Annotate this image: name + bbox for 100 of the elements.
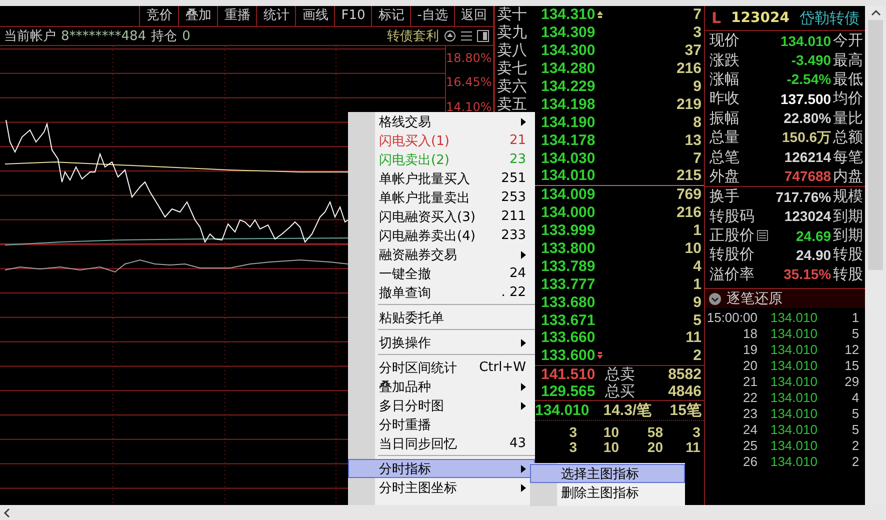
quote-label: 均价	[833, 89, 864, 108]
menu-item[interactable]: 一键全撤 24	[348, 264, 535, 283]
trade-volume: 5	[850, 422, 860, 438]
strategy-link[interactable]: 转债套利	[387, 27, 439, 45]
menu-item[interactable]: 切换操作	[348, 333, 535, 352]
table-icon[interactable]	[757, 230, 768, 242]
tick-cell: 3	[692, 424, 700, 440]
total-volume: 4846	[668, 382, 702, 400]
ask-price: 134.280	[541, 60, 596, 78]
market-tag: L	[711, 9, 722, 27]
tick-cell: 10	[603, 424, 619, 440]
scroll-left-icon[interactable]	[3, 508, 10, 518]
trade-volume: 4	[850, 390, 860, 406]
ask-price: 134.309	[541, 24, 596, 42]
trade-time: 22	[742, 390, 758, 406]
ask-label: 卖十	[496, 5, 528, 24]
menu-item[interactable]: 叠加品种	[348, 377, 535, 396]
ask-volume: 8	[693, 114, 702, 131]
trade-count: 15笔	[670, 400, 702, 420]
menu-item[interactable]: 当日同步回忆 43	[348, 434, 535, 453]
tick-cell: 3	[569, 424, 577, 440]
ask-label: 卖六	[496, 77, 528, 96]
quote-label: 转股价	[709, 245, 756, 264]
trade-time: 20	[742, 358, 758, 374]
quote-value: 717.76%	[776, 188, 832, 205]
trade-time: 25	[742, 438, 758, 454]
menu-item[interactable]: 闪电买入(1) 21	[348, 131, 535, 150]
quote-label: 溢价率	[709, 264, 756, 284]
bid-price: 133.600	[541, 347, 596, 364]
ask-price: 134.300	[541, 42, 596, 60]
ask-price: 134.178	[541, 132, 596, 149]
quote-label: 换手	[709, 187, 740, 206]
quote-label: 到期	[833, 226, 864, 246]
quote-label: 现价	[709, 31, 740, 50]
menu-item[interactable]: 闪电融券卖出(4) 233	[348, 226, 535, 245]
last-price: 134.010	[535, 402, 590, 419]
tick-cell: 3	[569, 440, 577, 455]
total-price: 129.565	[541, 382, 596, 400]
menu-item[interactable]: 分时指标	[348, 459, 535, 478]
menu-item[interactable]: 单帐户批量买入 251	[348, 169, 535, 188]
trade-time: 18	[742, 326, 758, 342]
ask-price: 134.310	[541, 6, 596, 24]
menu-item[interactable]: 分时区间统计 Ctrl+W	[348, 358, 535, 377]
menu-item[interactable]: 闪电融资买入(3) 211	[348, 207, 535, 226]
axis-label: 16.45%	[446, 74, 493, 92]
menu-item[interactable]: 粘贴委托单	[348, 308, 535, 327]
trade-time: 24	[742, 422, 758, 438]
bid-price: 133.777	[541, 276, 596, 293]
trade-time: 15:00:00	[706, 310, 758, 326]
quote-label: 转股	[833, 264, 864, 284]
bid-price: 133.660	[541, 329, 596, 346]
quote-label: 总量	[709, 128, 740, 148]
tick-cell: 58	[647, 424, 663, 440]
ask-volume: 7	[693, 6, 702, 24]
menu-item[interactable]: 撤单查询 . 22	[348, 283, 535, 302]
bid-volume: 1	[693, 276, 702, 293]
panel-icon[interactable]	[477, 30, 489, 42]
menu-icon[interactable]	[461, 31, 472, 41]
trade-time: 26	[742, 454, 758, 470]
bid-volume: 216	[676, 204, 702, 222]
tick-cell: 10	[603, 440, 619, 455]
bid-price: 133.999	[541, 222, 596, 240]
trade-price: 134.010	[769, 374, 818, 390]
trade-price: 134.010	[769, 422, 818, 438]
quote-label: 到期	[833, 206, 864, 226]
collapse-icon[interactable]	[709, 292, 722, 305]
menu-item[interactable]: 分时重播	[348, 415, 535, 434]
quote-label: 转股码	[709, 206, 756, 226]
bid-volume: 2	[693, 347, 702, 364]
bid-price: 133.789	[541, 258, 596, 275]
quote-label: 最高	[833, 50, 864, 70]
bid-price: 134.000	[541, 204, 596, 222]
trade-price: 134.010	[769, 454, 818, 470]
ask-volume: 219	[676, 96, 702, 113]
scroll-up-icon[interactable]	[870, 9, 881, 16]
bid-price: 133.671	[541, 312, 596, 329]
bid-price: 133.800	[541, 240, 596, 258]
quote-label: 最低	[833, 70, 864, 89]
scrollbar-thumb[interactable]	[868, 20, 884, 270]
quote-label: 内盘	[833, 166, 864, 186]
trade-time: 21	[742, 374, 758, 390]
quote-value: -2.54%	[786, 71, 832, 88]
ask-label: 卖七	[496, 59, 528, 78]
menu-item[interactable]: 单帐户批量卖出 253	[348, 188, 535, 207]
quote-label: 转股	[833, 245, 864, 264]
menu-item[interactable]: 多日分时图	[348, 396, 535, 415]
bond-name: 岱勒转债	[799, 8, 860, 28]
ask-volume: 215	[676, 167, 702, 184]
ask-volume: 3	[693, 24, 702, 42]
bid-price: 133.680	[541, 294, 596, 311]
upload-icon[interactable]	[444, 30, 456, 42]
bond-code: 123024	[731, 10, 790, 26]
axis-label: 18.80%	[446, 50, 493, 67]
ask-volume: 7	[693, 150, 702, 167]
trade-volume: 29	[844, 374, 860, 390]
menu-item[interactable]: 选择主图指标	[530, 464, 685, 483]
quote-label: 量比	[833, 108, 864, 128]
bid-volume: 10	[684, 240, 702, 258]
menu-item[interactable]: 融资融券交易	[348, 245, 535, 264]
trade-price: 134.010	[769, 390, 818, 406]
